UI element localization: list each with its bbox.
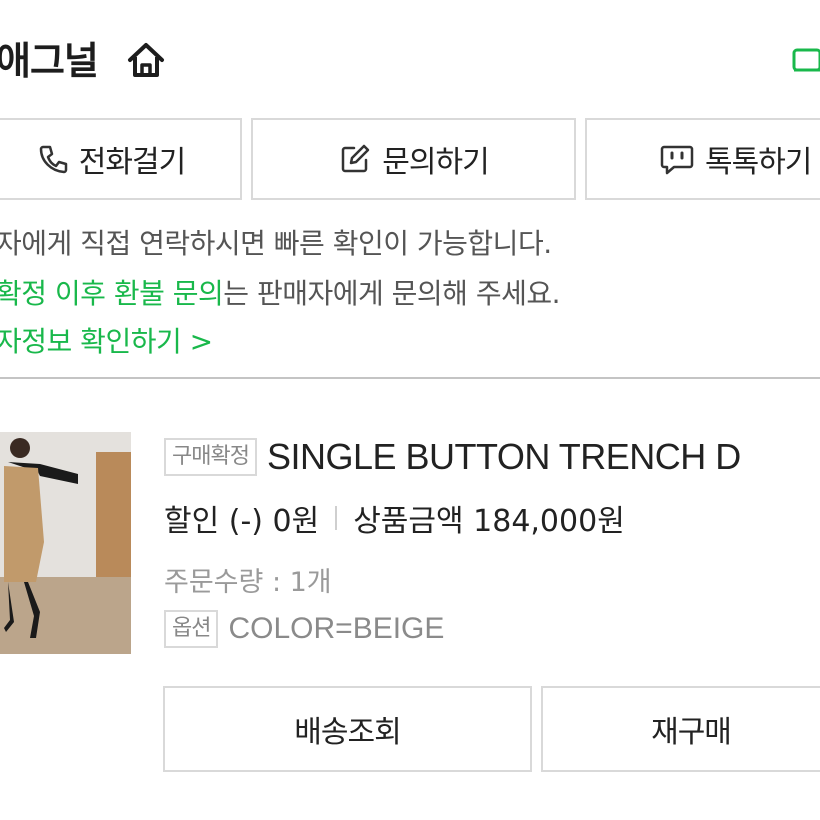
price-separator <box>335 506 338 530</box>
reorder-button[interactable]: 재구매 <box>541 686 820 772</box>
notice-refund-text: 는 판매자에게 문의해 주세요. <box>223 277 561 310</box>
product-name[interactable]: SINGLE BUTTON TRENCH D <box>267 436 741 478</box>
inquiry-button-label: 문의하기 <box>382 145 489 180</box>
talktalk-button-label: 톡톡하기 <box>705 145 812 180</box>
inquiry-button[interactable]: 문의하기 <box>251 118 576 200</box>
delivery-icon[interactable] <box>790 44 820 78</box>
notice-refund: 확정 이후 환불 문의는 판매자에게 문의해 주세요. <box>0 272 561 312</box>
option-value: COLOR=BEIGE <box>228 612 445 645</box>
order-quantity: 주문수량 : 1개 <box>164 567 332 598</box>
notice-contact: 자에게 직접 연락하시면 빠른 확인이 가능합니다. <box>0 227 552 260</box>
call-button-label: 전화걸기 <box>78 145 186 180</box>
product-amount: 상품금액 184,000원 <box>353 504 625 539</box>
refund-inquiry-link[interactable]: 확정 이후 환불 문의 <box>0 277 224 310</box>
call-button[interactable]: 전화걸기 <box>0 118 242 200</box>
talktalk-button[interactable]: 톡톡하기 <box>585 118 820 200</box>
edit-icon <box>342 144 370 173</box>
section-divider <box>0 377 820 379</box>
chat-icon <box>660 145 694 175</box>
price-row: 할인 (-) 0원 상품금액 184,000원 <box>164 496 625 540</box>
option-row: 옵션 COLOR=BEIGE <box>164 610 444 648</box>
store-name[interactable]: 애그널 <box>0 30 99 85</box>
seller-info-link[interactable]: 자정보 확인하기 > <box>0 320 213 360</box>
discount-text: 할인 (-) 0원 <box>164 504 320 539</box>
product-title-row: 구매확정 SINGLE BUTTON TRENCH D <box>164 436 741 478</box>
purchase-confirmed-badge: 구매확정 <box>164 438 257 476</box>
phone-icon <box>39 145 68 174</box>
home-icon[interactable] <box>124 38 168 82</box>
option-badge: 옵션 <box>164 610 219 648</box>
track-delivery-button[interactable]: 배송조회 <box>163 686 532 772</box>
product-thumbnail[interactable] <box>0 432 131 654</box>
